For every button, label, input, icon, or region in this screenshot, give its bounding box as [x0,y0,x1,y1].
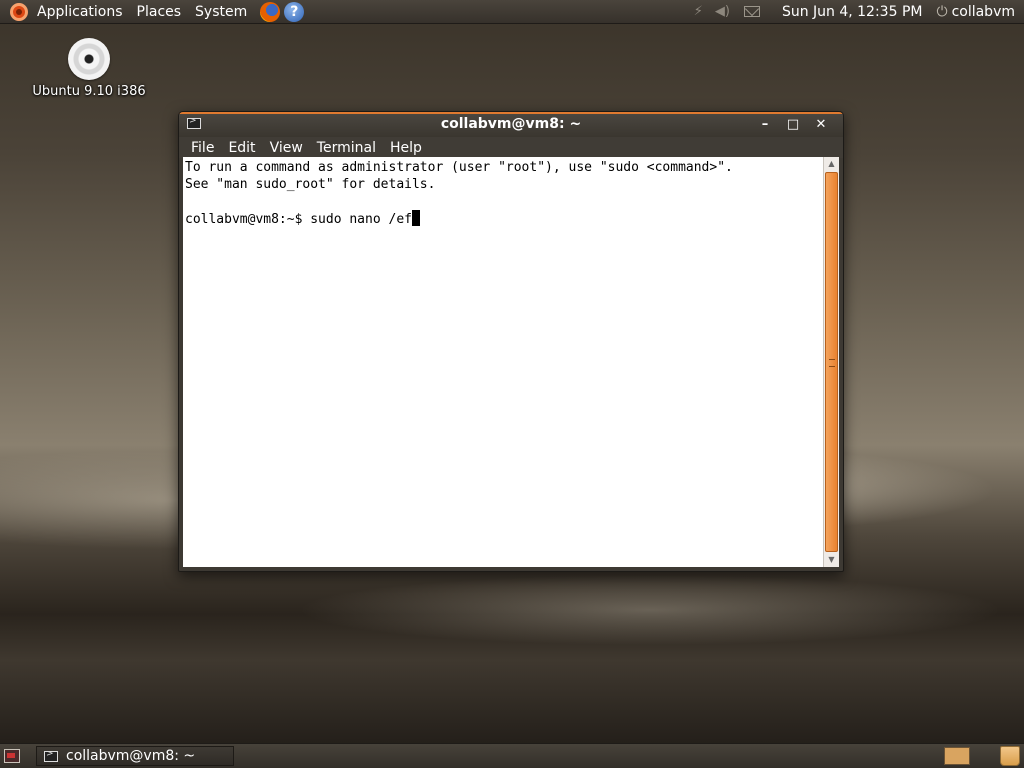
taskbar-label: collabvm@vm8: ~ [66,748,196,764]
menu-terminal[interactable]: Terminal [310,140,383,156]
desktop-icon-cd[interactable]: Ubuntu 9.10 i386 [26,38,152,99]
grip-icon [829,359,835,367]
terminal-output[interactable]: To run a command as administrator (user … [183,157,839,567]
window-titlebar[interactable]: collabvm@vm8: ~ – □ ✕ [179,112,843,137]
top-panel: Applications Places System ? ⚡ ◀) Sun Ju… [0,0,1024,24]
menu-help[interactable]: Help [383,140,429,156]
clock[interactable]: Sun Jun 4, 12:35 PM [782,4,923,20]
window-title: collabvm@vm8: ~ [440,116,582,132]
network-icon[interactable]: ⚡ [694,4,703,19]
terminal-line: To run a command as administrator (user … [185,160,733,175]
terminal-prompt-line: collabvm@vm8:~$ sudo nano /ef [185,212,412,227]
vertical-scrollbar[interactable]: ▲ ▼ [823,157,839,567]
desktop-icon-label: Ubuntu 9.10 i386 [32,84,146,99]
cd-drive-icon[interactable] [68,38,110,80]
show-desktop-icon[interactable] [4,749,20,763]
scroll-up-arrow-icon[interactable]: ▲ [824,157,839,171]
power-icon[interactable]: ⏻ [936,4,947,20]
terminal-menubar: File Edit View Terminal Help [179,137,843,158]
ubuntu-logo-icon[interactable] [10,2,28,21]
minimize-button[interactable]: – [751,115,779,135]
menu-file[interactable]: File [184,140,221,156]
volume-icon[interactable]: ◀) [715,4,730,19]
firefox-icon[interactable] [260,1,281,22]
workspace-switcher[interactable] [944,747,970,765]
applications-menu[interactable]: Applications [30,0,130,24]
maximize-button[interactable]: □ [779,115,807,135]
taskbar-button-terminal[interactable]: collabvm@vm8: ~ [36,746,234,766]
trash-icon[interactable] [1000,746,1020,766]
window-controls: – □ ✕ [751,115,835,135]
terminal-icon [44,749,58,762]
user-switcher[interactable]: collabvm [952,4,1015,20]
scroll-down-arrow-icon[interactable]: ▼ [824,553,839,567]
help-icon[interactable]: ? [284,1,305,22]
menu-edit[interactable]: Edit [221,140,262,156]
close-button[interactable]: ✕ [807,115,835,135]
terminal-text: To run a command as administrator (user … [185,159,825,228]
places-menu[interactable]: Places [130,0,189,24]
system-menu[interactable]: System [188,0,254,24]
menu-view[interactable]: View [263,140,310,156]
bottom-panel: collabvm@vm8: ~ [0,743,1024,768]
mail-icon[interactable] [743,6,760,17]
terminal-line: See "man sudo_root" for details. [185,177,436,192]
scrollbar-thumb[interactable] [825,172,838,552]
system-tray: ⚡ ◀) Sun Jun 4, 12:35 PM ⏻ collabvm [688,0,1024,24]
text-cursor [411,210,420,226]
terminal-window: collabvm@vm8: ~ – □ ✕ File Edit View Ter… [178,111,844,572]
